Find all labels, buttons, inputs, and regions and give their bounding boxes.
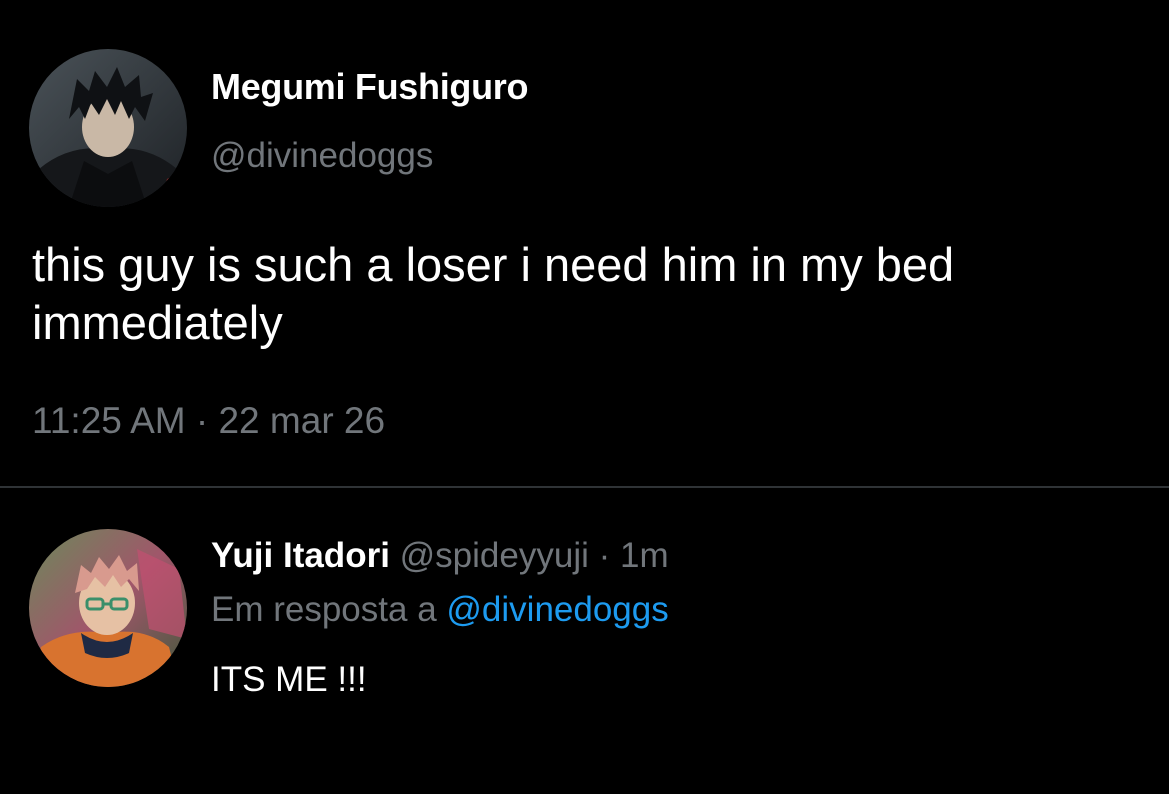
main-tweet[interactable]: Megumi Fushiguro @divinedoggs this guy i… <box>0 0 1169 486</box>
tweet-date[interactable]: 22 mar 26 <box>218 400 385 441</box>
reply-context-label: Em resposta a <box>211 590 437 629</box>
avatar-image <box>29 49 187 207</box>
meta-separator: · <box>598 536 611 575</box>
tweet-divider <box>0 486 1169 488</box>
reply-time[interactable]: 1m <box>620 536 669 575</box>
display-name[interactable]: Yuji Itadori <box>211 536 390 575</box>
user-handle[interactable]: @spideyyuji <box>400 536 589 575</box>
reply-header: Yuji Itadori @spideyyuji · 1m <box>211 536 669 576</box>
user-handle[interactable]: @divinedoggs <box>211 136 433 176</box>
tweet-meta: 11:25 AM · 22 mar 26 <box>32 400 385 442</box>
avatar[interactable] <box>29 49 187 207</box>
avatar[interactable] <box>29 529 187 687</box>
tweet-time[interactable]: 11:25 AM <box>32 400 186 441</box>
avatar-image <box>29 529 187 687</box>
reply-context: Em resposta a @divinedoggs <box>211 590 669 630</box>
display-name[interactable]: Megumi Fushiguro <box>211 66 528 108</box>
meta-separator: · <box>195 400 209 441</box>
mention-link[interactable]: @divinedoggs <box>446 590 668 629</box>
tweet-text: this guy is such a loser i need him in m… <box>32 238 955 349</box>
reply-text: ITS ME !!! <box>211 660 367 699</box>
